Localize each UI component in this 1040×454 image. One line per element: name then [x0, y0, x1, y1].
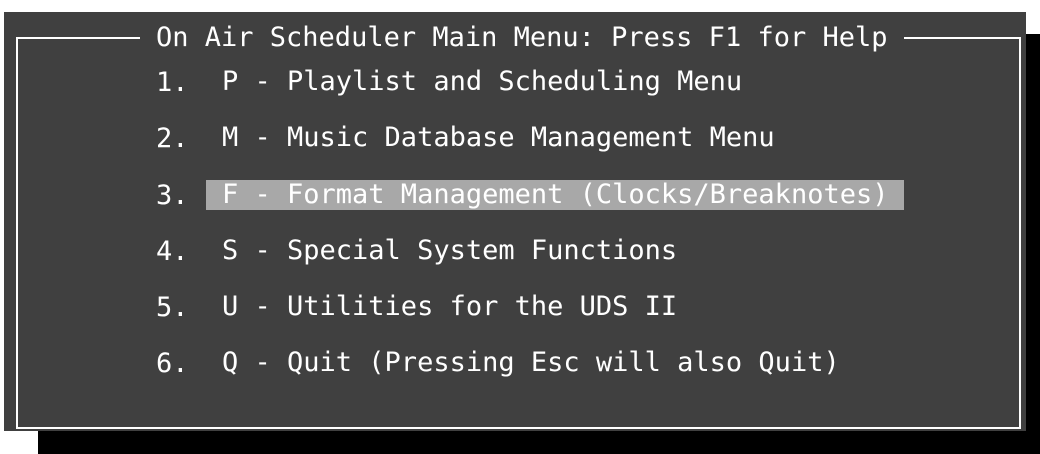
menu-item-playlist[interactable]: 1. P - Playlist and Scheduling Menu [156, 65, 758, 99]
menu-item-quit[interactable]: 6. Q - Quit (Pressing Esc will also Quit… [156, 346, 856, 380]
menu-item-number: 4. [156, 235, 189, 267]
menu-item-label: S - Special System Functions [222, 235, 678, 266]
menu-item-music-database[interactable]: 2. M - Music Database Management Menu [156, 121, 791, 155]
menu-item-number: 3. [156, 179, 189, 211]
menu-item-number: 2. [156, 122, 189, 154]
dos-screen: On Air Scheduler Main Menu: Press F1 for… [0, 0, 1040, 454]
menu-item-number: 6. [156, 347, 189, 379]
menu-item-number: 1. [156, 66, 189, 98]
menu-item-label: U - Utilities for the UDS II [222, 291, 678, 322]
menu-item-label: Q - Quit (Pressing Esc will also Quit) [222, 347, 840, 378]
menu-item-format-management[interactable]: 3. F - Format Management (Clocks/Breakno… [156, 178, 905, 212]
menu-item-label-selected: F - Format Management (Clocks/Breaknotes… [206, 180, 905, 210]
menu-item-label: M - Music Database Management Menu [222, 122, 775, 153]
menu-item-utilities[interactable]: 5. U - Utilities for the UDS II [156, 290, 693, 324]
menu-item-special-system[interactable]: 4. S - Special System Functions [156, 234, 693, 268]
main-menu-window: On Air Scheduler Main Menu: Press F1 for… [4, 12, 1026, 431]
window-title-container: On Air Scheduler Main Menu: Press F1 for… [140, 20, 904, 54]
menu-item-label: P - Playlist and Scheduling Menu [222, 66, 743, 97]
window-title: On Air Scheduler Main Menu: Press F1 for… [156, 21, 888, 53]
menu-item-number: 5. [156, 291, 189, 323]
